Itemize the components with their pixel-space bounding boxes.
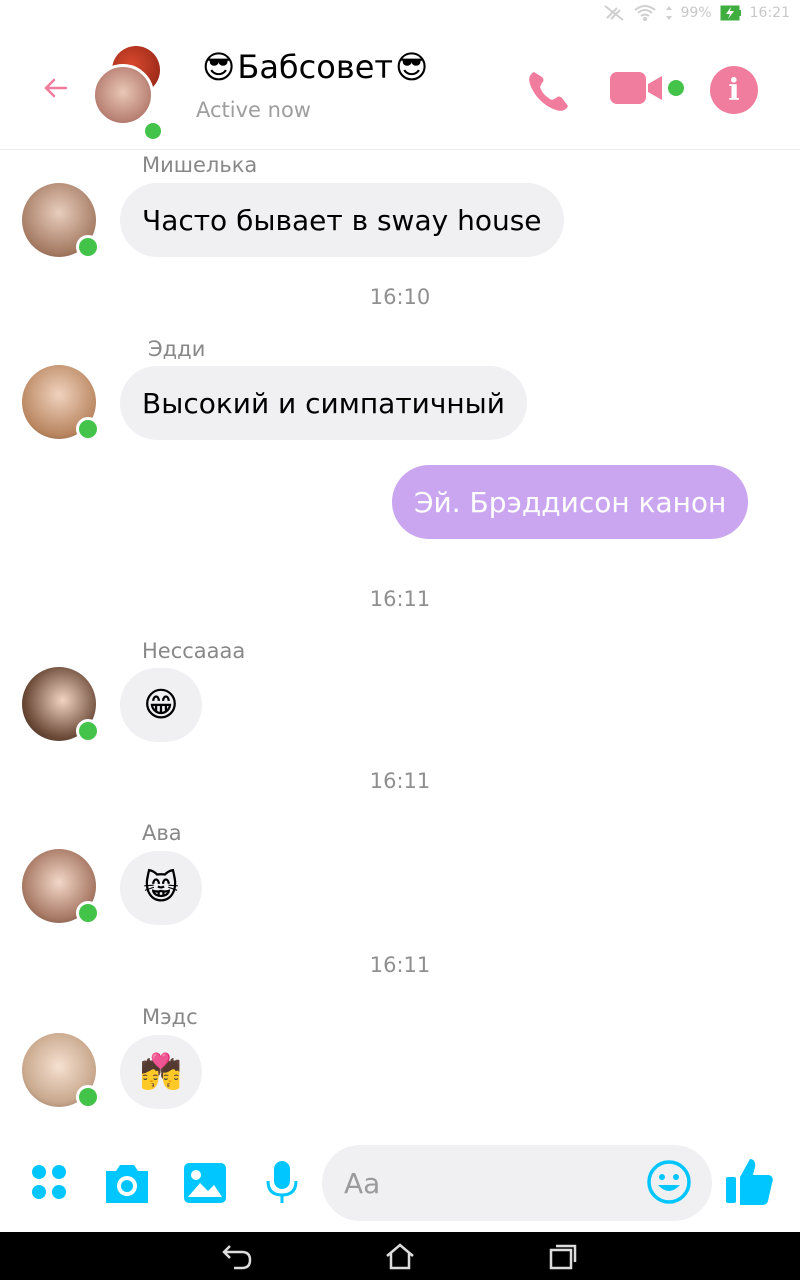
info-icon[interactable]: i [710, 66, 758, 114]
recents-icon[interactable] [548, 1242, 578, 1274]
emoji-message-bubble[interactable]: 😸 [120, 851, 202, 925]
microphone-icon[interactable] [264, 1159, 300, 1209]
avatar[interactable] [22, 667, 100, 743]
phone-icon[interactable] [524, 66, 574, 116]
clock: 16:21 [749, 5, 790, 21]
active-status: Active now [196, 98, 311, 122]
chat-title[interactable]: 😎 Бабсовет 😎 [202, 48, 428, 86]
mute-icon [603, 4, 625, 22]
system-nav-bar [0, 1232, 800, 1280]
message-list[interactable]: Мишелька Часто бывает в sway house 16:10… [0, 151, 800, 1131]
outgoing-message-bubble[interactable]: Эй. Брэддисон канон [392, 465, 749, 539]
sender-name: Нессаааа [142, 639, 246, 663]
emoji-message-bubble[interactable]: 😁 [120, 668, 202, 742]
message-bubble[interactable]: Высокий и симпатичный [120, 366, 527, 440]
avatar[interactable] [22, 183, 100, 259]
sunglasses-emoji-right: 😎 [395, 48, 429, 86]
battery-icon [720, 5, 742, 21]
sender-name: Мишелька [142, 153, 258, 177]
online-indicator [76, 901, 100, 925]
chat-header: 😎 Бабсовет 😎 Active now i [0, 26, 800, 150]
online-indicator [76, 417, 100, 441]
timestamp: 16:11 [369, 769, 431, 793]
camera-icon[interactable] [102, 1161, 152, 1209]
sender-name: Мэдс [142, 1005, 198, 1029]
battery-percent: 99% [680, 5, 712, 21]
data-arrows-icon [665, 5, 673, 21]
online-indicator [76, 1085, 100, 1109]
avatar[interactable] [22, 365, 100, 441]
avatar[interactable] [22, 849, 100, 925]
message-bubble[interactable]: Часто бывает в sway house [120, 183, 564, 257]
wifi-icon [633, 4, 657, 22]
status-bar: 99% 16:21 [0, 0, 800, 26]
gallery-icon[interactable] [182, 1161, 228, 1209]
video-camera-icon[interactable] [608, 66, 670, 110]
thumbs-up-icon[interactable] [724, 1155, 776, 1211]
online-indicator [76, 235, 100, 259]
composer: Aa [0, 1131, 800, 1232]
video-online-indicator [668, 80, 684, 96]
message-input[interactable]: Aa [322, 1145, 712, 1221]
group-avatar[interactable] [90, 46, 174, 142]
chat-title-text: Бабсовет [237, 48, 394, 86]
online-indicator [76, 719, 100, 743]
timestamp: 16:11 [369, 587, 431, 611]
timestamp: 16:11 [369, 953, 431, 977]
avatar[interactable] [22, 1033, 100, 1109]
more-apps-icon[interactable] [30, 1163, 68, 1205]
emoji-icon[interactable] [646, 1159, 692, 1212]
sunglasses-emoji-left: 😎 [202, 48, 236, 86]
status-icons: 99% 16:21 [603, 4, 790, 22]
back-icon[interactable] [222, 1242, 254, 1274]
group-avatar-front-photo [92, 64, 154, 126]
message-input-placeholder: Aa [344, 1166, 381, 1200]
sender-name: Эдди [148, 337, 206, 361]
back-arrow-icon[interactable] [40, 72, 72, 104]
timestamp: 16:10 [369, 285, 431, 309]
home-icon[interactable] [384, 1242, 416, 1274]
sender-name: Ава [142, 821, 182, 845]
online-indicator [142, 120, 164, 142]
emoji-message-bubble[interactable]: 💏 [120, 1035, 202, 1109]
